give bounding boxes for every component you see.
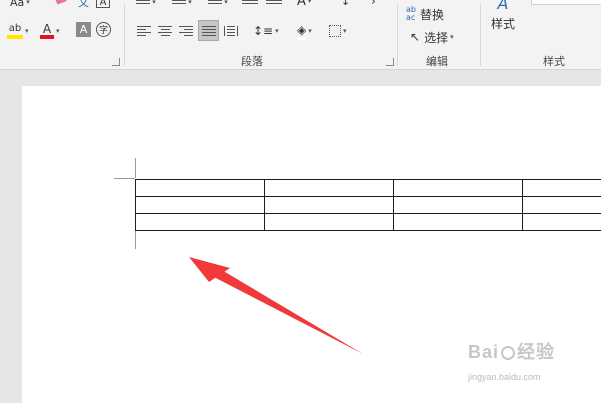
- arrow-shaft: [210, 266, 363, 354]
- watermark-brand-text: Bai: [468, 342, 500, 362]
- baidu-watermark: Bai 经验 jingyan.baidu.com: [468, 338, 601, 398]
- watermark-brand: Bai 经验: [468, 338, 555, 364]
- watermark-url: jingyan.baidu.com: [468, 372, 541, 382]
- watermark-brand-suffix: 经验: [517, 342, 556, 362]
- paw-icon: [501, 346, 516, 361]
